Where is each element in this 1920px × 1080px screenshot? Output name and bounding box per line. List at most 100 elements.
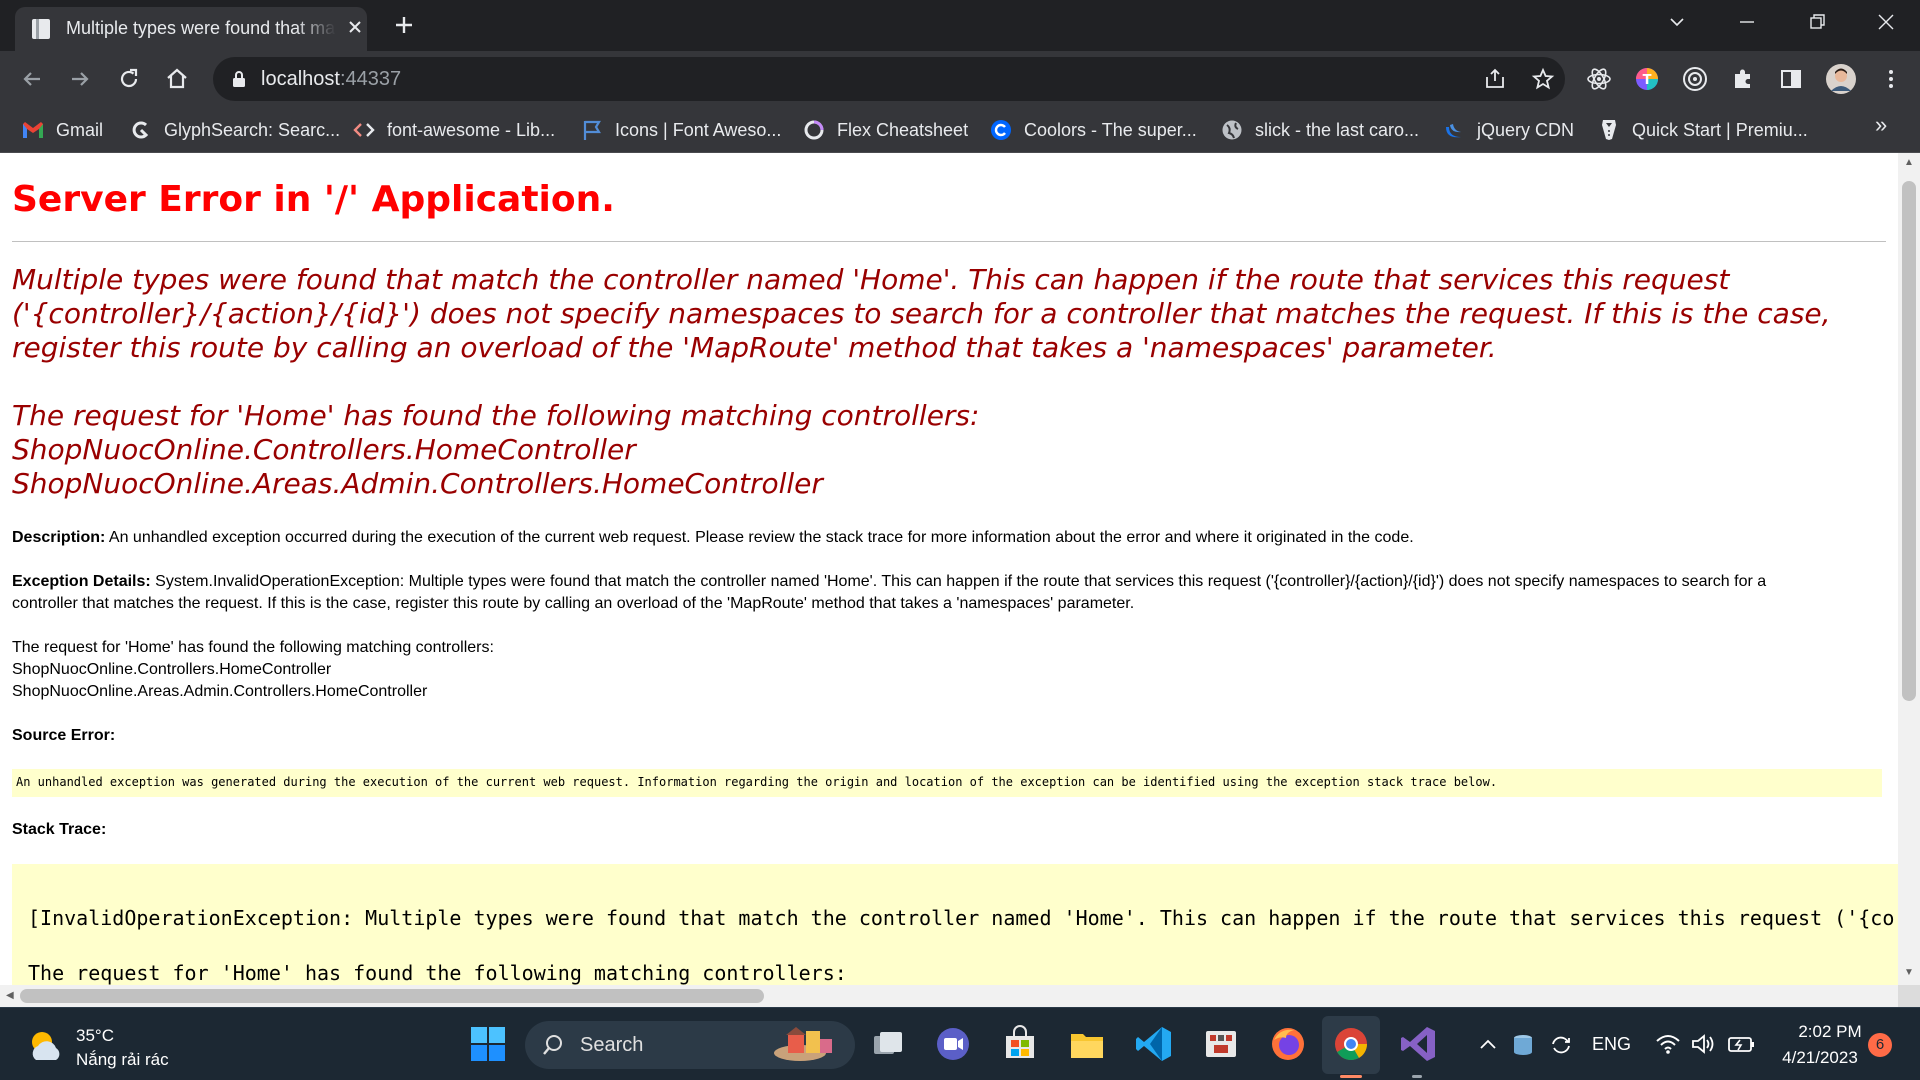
error-message-line: register this route by calling an overlo… [12,331,1497,364]
globe-icon [1221,119,1243,141]
browser-tab[interactable]: Multiple types were found that match the… [15,7,367,51]
visual-studio-icon[interactable] [1398,1024,1438,1064]
jquery-icon [1443,119,1465,141]
tuxedo-icon [1598,119,1620,141]
exception-details-label: Exception Details: [12,573,151,590]
close-tab-icon[interactable] [345,17,365,37]
page-title: Server Error in '/' Application. [12,179,615,220]
bookmark-glyphsearch[interactable]: GlyphSearch: Searc... [130,117,340,143]
storage-tray-icon[interactable] [1510,1032,1536,1058]
bookmark-font-awesome-lib[interactable]: font-awesome - Lib... [353,117,555,143]
page-viewport: Server Error in '/' Application. Multipl… [0,153,1898,985]
gmail-icon [22,119,44,141]
stack-trace-line: The request for 'Home' has found the fol… [28,961,847,985]
coolors-icon [990,119,1012,141]
tab-title: Multiple types were found that match the… [66,18,336,38]
glyphsearch-icon [130,119,152,141]
close-window-icon[interactable] [1874,10,1898,34]
ring-icon [803,119,825,141]
extensions-puzzle-icon[interactable] [1729,65,1757,93]
side-panel-icon[interactable] [1777,65,1805,93]
description-text: An unhandled exception occurred during t… [105,529,1414,546]
description-row: Description: An unhandled exception occu… [12,527,1414,549]
details-line: ShopNuocOnline.Areas.Admin.Controllers.H… [12,683,428,700]
minimize-icon[interactable] [1735,10,1759,34]
firefox-icon[interactable] [1268,1024,1308,1064]
tab-search-icon[interactable] [1665,10,1689,34]
address-bar[interactable]: localhost:44337 [213,57,1565,101]
vertical-scrollbar[interactable]: ▲ ▼ [1898,153,1920,985]
clock-date[interactable]: 4/21/2023 [1775,1048,1865,1068]
details-line: ShopNuocOnline.Controllers.HomeControlle… [12,661,332,678]
file-explorer-icon[interactable] [1067,1024,1107,1064]
svg-text:T: T [1643,73,1652,88]
horizontal-scroll-thumb[interactable] [20,989,764,1003]
scrollbar-corner [1898,985,1920,1007]
bookmark-gmail[interactable]: Gmail [22,117,103,143]
microsoft-store-icon[interactable] [1000,1024,1040,1064]
clock-time[interactable]: 2:02 PM [1790,1022,1870,1042]
description-label: Description: [12,529,106,546]
matching-controller-item: ShopNuocOnline.Controllers.HomeControlle… [12,433,636,466]
profile-avatar-icon[interactable] [1825,63,1857,95]
search-label: Search [580,1034,644,1056]
translate-extension-icon[interactable]: T [1633,65,1661,93]
show-hidden-icons-chevron-icon[interactable] [1478,1036,1498,1052]
exception-details-text: System.InvalidOperationException: Multip… [150,573,1767,590]
react-devtools-icon[interactable] [1585,65,1613,93]
bookmark-jquery-cdn[interactable]: jQuery CDN [1443,117,1574,143]
scroll-left-arrow-icon[interactable]: ◀ [6,990,14,1001]
input-language[interactable]: ENG [1592,1034,1631,1055]
bookmark-flex-cheatsheet[interactable]: Flex Cheatsheet [803,117,968,143]
page-favicon-icon [32,19,50,39]
lock-icon[interactable] [231,70,247,88]
url-text: localhost:44337 [261,68,402,90]
bookmark-quick-start[interactable]: Quick Start | Premiu... [1598,117,1808,143]
start-windows-icon[interactable] [468,1024,508,1064]
target-extension-icon[interactable] [1681,65,1709,93]
bookmark-star-icon[interactable] [1531,67,1555,91]
back-icon[interactable] [18,65,46,93]
vscode-icon[interactable] [1134,1024,1174,1064]
taskbar-search-box[interactable]: Search [525,1021,855,1069]
new-tab-icon[interactable] [392,13,416,37]
home-icon[interactable] [163,65,191,93]
scroll-up-arrow-icon[interactable]: ▲ [1904,157,1914,168]
battery-charging-icon[interactable] [1726,1032,1756,1056]
forward-icon[interactable] [66,65,94,93]
matching-controller-item: ShopNuocOnline.Areas.Admin.Controllers.H… [12,467,823,500]
teams-chat-icon[interactable] [933,1024,973,1064]
share-icon[interactable] [1483,67,1507,91]
volume-icon[interactable] [1690,1032,1716,1056]
chrome-menu-icon[interactable] [1877,65,1905,93]
restore-icon[interactable] [1805,10,1829,34]
exception-details-row: Exception Details: System.InvalidOperati… [12,571,1766,593]
reload-icon[interactable] [115,65,143,93]
windows-taskbar: 35°C Nắng rải rác Search ENG 2:02 PM 4/2… [0,1007,1920,1080]
horizontal-scrollbar[interactable]: ◀ [0,985,1898,1007]
bookmark-coolors[interactable]: Coolors - The super... [990,117,1197,143]
tab-strip: Multiple types were found that match the… [0,0,1920,51]
error-message-line: ('{controller}/{action}/{id}') does not … [12,297,1831,330]
vertical-scroll-thumb[interactable] [1902,181,1916,701]
task-view-icon[interactable] [868,1024,908,1064]
sync-tray-icon[interactable] [1548,1032,1574,1058]
scroll-down-arrow-icon[interactable]: ▼ [1904,967,1914,978]
error-message-line: Multiple types were found that match the… [12,263,1730,296]
flag-icon [581,119,603,141]
bookmark-slick[interactable]: slick - the last caro... [1221,117,1419,143]
bookmarks-bar: Gmail GlyphSearch: Searc... font-awesome… [0,107,1920,153]
bookmark-icons-font-awesome[interactable]: Icons | Font Aweso... [581,117,781,143]
more-bookmarks-chevron-icon[interactable]: » [1875,112,1887,138]
chrome-icon[interactable] [1331,1024,1371,1064]
search-icon [543,1035,562,1055]
details-line: The request for 'Home' has found the fol… [12,639,494,656]
weather-description[interactable]: Nắng rải rác [76,1050,169,1070]
wifi-icon[interactable] [1655,1032,1681,1056]
chrome-running-indicator [1340,1075,1362,1078]
source-error-box: An unhandled exception was generated dur… [12,769,1882,797]
weather-temperature[interactable]: 35°C [76,1026,114,1046]
weather-icon[interactable] [24,1026,68,1066]
notification-count-badge[interactable]: 6 [1868,1033,1892,1057]
app-red-grid-icon[interactable] [1201,1024,1241,1064]
